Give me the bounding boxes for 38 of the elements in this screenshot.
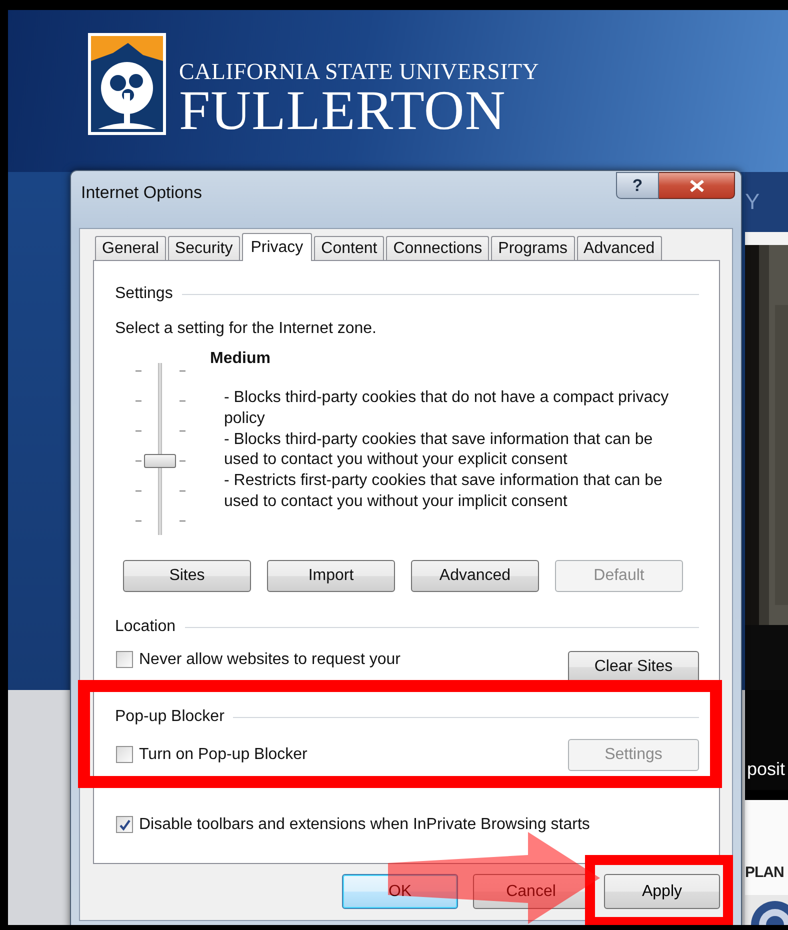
button[interactable]: Advanced — [411, 560, 539, 592]
help-button[interactable]: ? — [616, 172, 659, 199]
tab[interactable]: Advanced — [576, 236, 662, 260]
tab[interactable]: Connections — [386, 236, 490, 260]
group-heading: Location — [115, 617, 176, 637]
checkbox-label: Never allow websites to request your — [139, 650, 402, 670]
button[interactable]: Import — [267, 560, 395, 592]
banner-text: posit — [747, 759, 786, 780]
tab[interactable]: Privacy — [242, 233, 312, 261]
checkbox[interactable] — [116, 816, 133, 833]
tab[interactable]: Programs — [491, 236, 575, 260]
close-icon — [690, 180, 704, 192]
description-text: - Blocks third-party cookies that save information that can be used to contact you without your explicit consent — [224, 430, 654, 470]
group-heading: Pop-up Blocker — [115, 707, 224, 727]
description-text: - Restricts first-party cookies that save information that can be used to contact you without your implicit consent — [224, 471, 664, 512]
tree-logo-icon — [88, 33, 166, 135]
prompt-text: Select a setting for the Internet zone. — [115, 319, 378, 339]
tab[interactable]: General — [95, 236, 166, 260]
tab[interactable]: Content — [314, 236, 384, 260]
button[interactable]: Clear Sites — [568, 651, 699, 683]
button[interactable]: Apply — [604, 874, 720, 909]
description-text: - Blocks third-party cookies that do not have a compact privacy policy — [224, 388, 670, 429]
logo-title: CALIFORNIA STATE UNIVERSITY — [179, 59, 540, 85]
checkbox-label: Disable toolbars and extensions when InPrivate Browsing starts — [139, 815, 590, 835]
window-title: Internet Options — [81, 183, 202, 203]
card-heading: PLAN — [745, 864, 784, 881]
nav-link[interactable]: Y — [745, 189, 760, 215]
logo-name: FULLERTON — [179, 85, 507, 137]
page-band — [745, 232, 788, 245]
tab[interactable]: Security — [168, 236, 240, 260]
close-button[interactable] — [659, 172, 735, 199]
checkbox[interactable] — [116, 651, 133, 668]
group-heading: Settings — [115, 284, 173, 304]
checkbox-label: Turn on Pop-up Blocker — [139, 745, 308, 765]
slider-thumb[interactable] — [144, 454, 176, 468]
level-name: Medium — [210, 349, 272, 369]
checkbox[interactable] — [116, 746, 133, 763]
button[interactable]: Sites — [123, 560, 251, 592]
